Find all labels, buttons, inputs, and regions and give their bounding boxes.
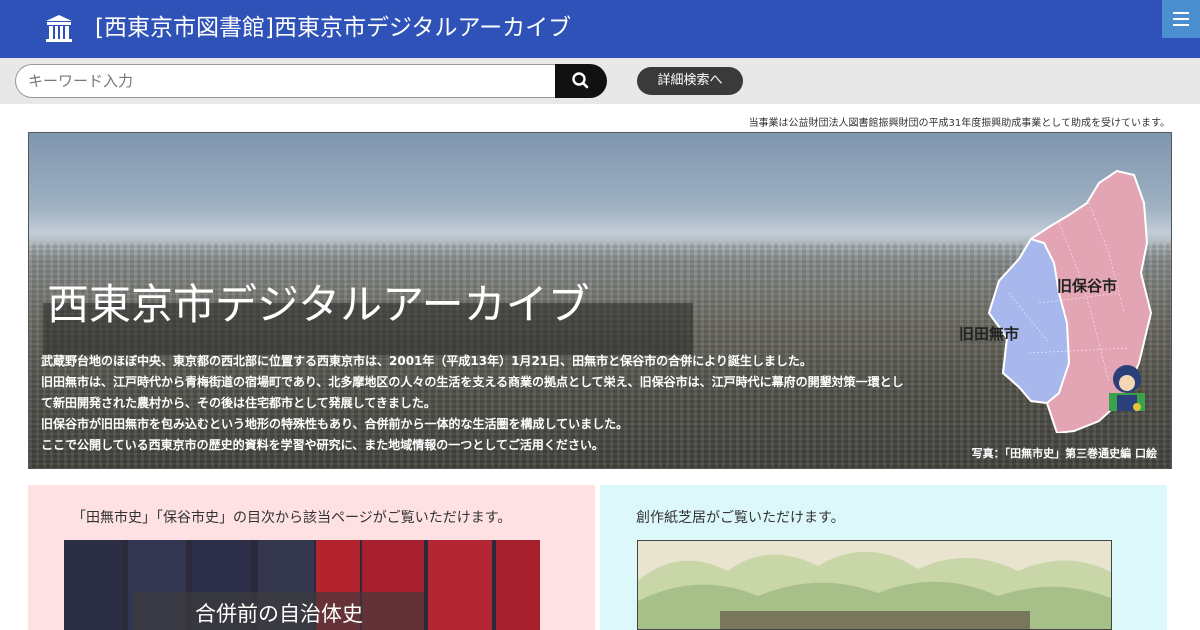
history-panel-text: 「田無市史」「保谷市史」の目次から該当ページがご覧いただけます。 [72,510,512,526]
hero-banner: 西東京市デジタルアーカイブ 武蔵野台地のほぼ中央、東京都の西北部に位置する西東京… [28,132,1172,469]
map-label-hoya: 旧保谷市 [1057,277,1117,295]
city-map: 旧保谷市 旧田無市 [959,169,1153,433]
hero-title: 西東京市デジタルアーカイブ [47,280,590,329]
kamishibai-panel-text: 創作紙芝居がご覧いただけます。 [636,510,845,526]
kamishibai-image[interactable] [637,540,1112,630]
hero-description-line: ここで公開している西東京市の歴史的資料を学習や研究に、また地域情報の一つとしてご… [41,438,604,452]
history-books-caption: 合併前の自治体史 [134,592,424,630]
library-building-icon[interactable] [44,13,74,43]
grant-note: 当事業は公益財団法人図書館振興財団の平成31年度振興助成事業として助成を受けてい… [748,118,1170,129]
search-input[interactable] [15,64,557,98]
hero-description-line: 旧保谷市が旧田無市を包み込むという地形の特殊性もあり、合併前から一体的な生活圏を… [41,417,629,431]
hero-description: 武蔵野台地のほぼ中央、東京都の西北部に位置する西東京市は、2001年（平成13年… [41,351,911,456]
map-label-tanashi: 旧田無市 [959,325,1019,343]
photo-credit: 写真：「田無市史」第三巻通史編 口絵 [971,447,1157,460]
hero-description-line: 旧田無市は、江戸時代から青梅街道の宿場町であり、北多摩地区の人々の生活を支える商… [41,375,904,410]
search-button[interactable] [555,64,607,98]
advanced-search-button[interactable]: 詳細検索へ [637,67,743,95]
hero-description-line: 武蔵野台地のほぼ中央、東京都の西北部に位置する西東京市は、2001年（平成13年… [41,354,812,368]
history-books-image[interactable]: 合併前の自治体史 [64,540,540,630]
site-title[interactable]: [西東京市図書館]西東京市デジタルアーカイブ [95,13,571,43]
search-icon [572,72,589,89]
hamburger-menu-icon[interactable] [1162,0,1200,38]
site-header: [西東京市図書館]西東京市デジタルアーカイブ [0,0,1200,58]
